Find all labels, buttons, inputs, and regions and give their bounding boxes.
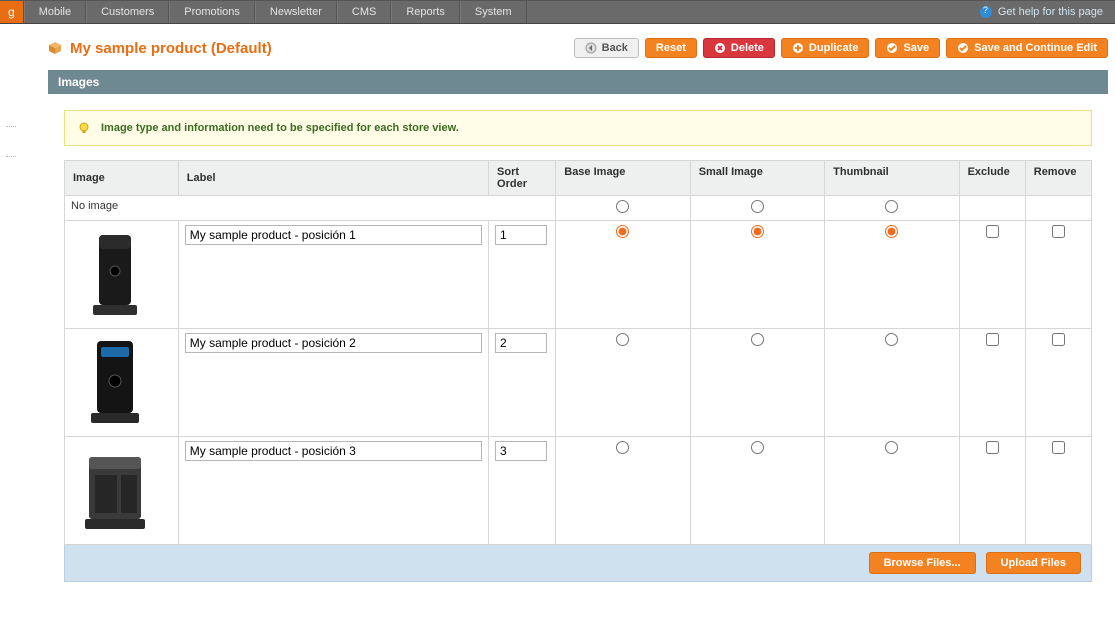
sort-order-input[interactable] [495,441,547,461]
image-thumbnail[interactable] [75,443,155,538]
image-thumbnail[interactable] [75,227,155,322]
nav-item-reports[interactable]: Reports [391,1,460,23]
notice-bar: Image type and information need to be sp… [64,110,1092,146]
remove-checkbox[interactable] [1052,225,1065,238]
exclude-checkbox[interactable] [986,333,999,346]
help-link[interactable]: Get help for this page [980,1,1115,23]
browse-files-button[interactable]: Browse Files... [869,552,976,574]
reset-button[interactable]: Reset [645,38,697,58]
exclude-checkbox[interactable] [986,225,999,238]
check-icon [886,42,898,54]
radio-small-noimage[interactable] [751,200,764,213]
radio-small[interactable] [751,225,764,238]
notice-text: Image type and information need to be sp… [101,122,459,134]
images-table: Image Label Sort Order Base Image Small … [64,160,1092,545]
plus-icon [792,42,804,54]
save-continue-button[interactable]: Save and Continue Edit [946,38,1108,58]
section-body: Image type and information need to be sp… [48,94,1108,598]
remove-checkbox[interactable] [1052,441,1065,454]
delete-icon [714,42,726,54]
table-row [65,329,1092,437]
title-bar: My sample product (Default) Back Reset D… [48,30,1108,70]
nav-item-mobile[interactable]: Mobile [24,1,86,23]
duplicate-button[interactable]: Duplicate [781,38,870,58]
radio-base-noimage[interactable] [616,200,629,213]
lightbulb-icon [77,121,91,135]
label-input[interactable] [185,225,482,245]
nav-item-newsletter[interactable]: Newsletter [255,1,337,23]
check-icon [957,42,969,54]
th-exclude: Exclude [959,161,1025,196]
radio-small[interactable] [751,333,764,346]
back-arrow-icon [585,42,597,54]
top-navigation: g Mobile Customers Promotions Newsletter… [0,0,1115,24]
nav-item-system[interactable]: System [460,1,527,23]
section-header-images: Images [48,70,1108,94]
sort-order-input[interactable] [495,333,547,353]
upload-files-button[interactable]: Upload Files [986,552,1081,574]
upload-bar: Browse Files... Upload Files [64,545,1092,582]
th-thumb: Thumbnail [825,161,959,196]
table-row [65,437,1092,545]
radio-small[interactable] [751,441,764,454]
nav-item-customers[interactable]: Customers [86,1,169,23]
th-image: Image [65,161,179,196]
action-toolbar: Back Reset Delete Duplicate Save Save an… [574,38,1108,58]
radio-thumb-noimage[interactable] [885,200,898,213]
image-thumbnail[interactable] [75,335,155,430]
th-base: Base Image [556,161,690,196]
no-image-row: No image [65,196,1092,221]
radio-thumb[interactable] [885,225,898,238]
sort-order-input[interactable] [495,225,547,245]
radio-base[interactable] [616,333,629,346]
table-row [65,221,1092,329]
exclude-checkbox[interactable] [986,441,999,454]
radio-thumb[interactable] [885,333,898,346]
th-remove: Remove [1025,161,1091,196]
th-sort: Sort Order [489,161,556,196]
th-small: Small Image [690,161,824,196]
page-title: My sample product (Default) [70,40,272,57]
back-button[interactable]: Back [574,38,639,58]
th-label: Label [178,161,488,196]
radio-thumb[interactable] [885,441,898,454]
product-icon [48,41,62,55]
delete-button[interactable]: Delete [703,38,775,58]
no-image-cell: No image [65,196,556,221]
remove-checkbox[interactable] [1052,333,1065,346]
sidebar-fragment [0,24,22,623]
nav-active-catalog-fragment[interactable]: g [0,1,24,23]
save-button[interactable]: Save [875,38,940,58]
label-input[interactable] [185,441,482,461]
radio-base[interactable] [616,441,629,454]
label-input[interactable] [185,333,482,353]
help-icon [980,6,992,18]
radio-base[interactable] [616,225,629,238]
nav-item-cms[interactable]: CMS [337,1,391,23]
help-label: Get help for this page [998,6,1103,18]
nav-item-promotions[interactable]: Promotions [169,1,255,23]
